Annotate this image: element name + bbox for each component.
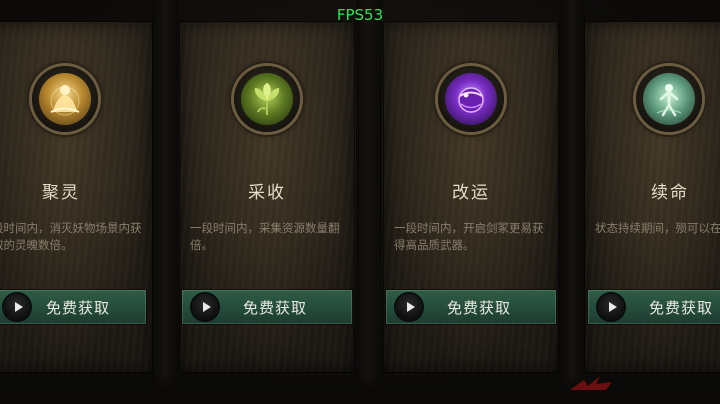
play-video-icon <box>396 294 422 320</box>
button-label: 免费获取 <box>446 298 511 317</box>
buff-emblem <box>438 66 504 132</box>
buff-title: 续命 <box>651 183 689 203</box>
play-video-icon <box>192 294 218 320</box>
free-claim-button[interactable]: 免费获取 <box>588 290 720 324</box>
buff-emblem <box>636 66 702 132</box>
buff-description: 一段时间内，开启剑冢更易获得高品质武器。 <box>394 221 544 252</box>
button-label: 免费获取 <box>242 298 307 317</box>
button-label: 免费获取 <box>648 298 713 317</box>
buff-emblem <box>234 66 300 132</box>
play-video-icon <box>598 294 624 320</box>
buff-description: 一段时间内，采集资源数量翻倍。 <box>190 221 340 252</box>
button-label: 免费获取 <box>45 298 110 317</box>
play-video-icon <box>4 294 30 320</box>
buff-title: 采收 <box>248 183 286 203</box>
buff-title: 聚灵 <box>42 183 80 203</box>
buff-card-caishou: 采收 一段时间内，采集资源数量翻倍。 免费获取 <box>180 22 354 372</box>
herb-flower-icon <box>241 73 293 125</box>
divider-pillar <box>152 0 178 404</box>
meditating-figure-icon <box>39 73 91 125</box>
free-claim-button[interactable]: 免费获取 <box>182 290 352 324</box>
buff-description: 状态持续期间，殒可以在原地重生1次 <box>595 221 720 235</box>
buff-card-gaiyun: 改运 一段时间内，开启剑冢更易获得高品质武器。 免费获取 <box>384 22 558 372</box>
buff-title: 改运 <box>452 183 490 203</box>
divider-pillar <box>559 0 585 404</box>
fps-counter: FPS53 <box>336 6 384 24</box>
free-claim-button[interactable]: 免费获取 <box>386 290 556 324</box>
purple-orb-icon <box>445 73 497 125</box>
blood-splatter-decoration <box>570 376 612 390</box>
buff-card-juling: 聚灵 段时间内，消灭妖物场景内获取的灵魄数倍。 免费获取 <box>0 22 152 372</box>
divider-pillar <box>356 0 382 404</box>
buff-description: 段时间内，消灭妖物场景内获取的灵魄数倍。 <box>0 221 142 252</box>
buff-card-xuming: 续命 状态持续期间，殒可以在原地重生1次 免费获取 <box>585 22 720 372</box>
buff-emblem <box>32 66 98 132</box>
ghost-figure-icon <box>643 73 695 125</box>
free-claim-button[interactable]: 免费获取 <box>0 290 146 324</box>
